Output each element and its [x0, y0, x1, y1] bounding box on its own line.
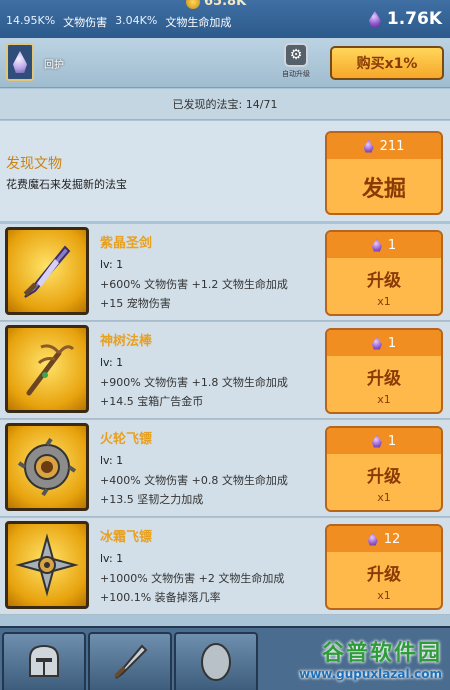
upgrade-cost-value: 1 [387, 433, 397, 449]
coin-icon [186, 0, 200, 9]
gem-icon [371, 238, 382, 252]
coin-value: 65.8K [204, 0, 247, 9]
gem-icon [371, 434, 382, 448]
artifact-bonus: +900% 文物伤害 +1.8 文物生命加成 [100, 376, 288, 389]
artifact-list: 紫晶圣剑 lv: 1 +600% 文物伤害 +1.2 文物生命加成 +15 宠物… [0, 224, 450, 616]
list-item: 神树法棒 lv: 1 +900% 文物伤害 +1.8 文物生命加成 +14.5 … [0, 322, 450, 419]
gem-icon [363, 139, 374, 153]
list-item: 紫晶圣剑 lv: 1 +600% 文物伤害 +1.2 文物生命加成 +15 宠物… [0, 224, 450, 321]
watermark-url: www.gupuxlazal.com [299, 667, 442, 681]
gem-icon [368, 11, 381, 27]
discover-panel: 发现文物 花费魔石来发掘新的法宝 211 发掘 [0, 121, 450, 221]
tab-hero[interactable] [2, 632, 86, 690]
crystal-sword-icon [5, 227, 89, 315]
artifact-bonus: +14.5 宝箱广告金币 [100, 395, 204, 408]
upgrade-cost: 1 [327, 330, 441, 356]
health-stat-label: 文物生命加成 [165, 16, 232, 29]
artifact-name: 火轮飞镖 [100, 432, 153, 447]
fire-wheel-icon [5, 423, 89, 511]
upgrade-button[interactable]: 12 升级 x1 [325, 524, 443, 610]
upgrade-cost: 1 [327, 428, 441, 454]
upgrade-label: 升级 [367, 271, 401, 291]
artifact-level: lv: 1 [100, 552, 124, 565]
stats-line: 14.95K% 文物伤害 3.04K% 文物生命加成 [6, 14, 231, 30]
crystal-icon [13, 51, 27, 73]
upgrade-multiplier: x1 [377, 295, 391, 308]
discover-description: 花费魔石来发掘新的法宝 [6, 178, 127, 191]
artifact-header: 回护 ⚙ 自动升级 购买x1% [0, 38, 450, 88]
upgrade-cost-value: 12 [383, 531, 401, 547]
sword-icon [114, 644, 148, 679]
tab-weapon[interactable] [88, 632, 172, 690]
coin-counter: 65.8K [186, 0, 246, 9]
upgrade-cost-value: 1 [387, 237, 397, 253]
upgrade-cost: 12 [327, 526, 441, 552]
artifact-level: lv: 1 [100, 454, 124, 467]
upgrade-multiplier: x1 [377, 393, 391, 406]
artifact-bonus: +600% 文物伤害 +1.2 文物生命加成 [100, 278, 288, 291]
upgrade-button[interactable]: 1 升级 x1 [325, 230, 443, 316]
gem-total-value: 1.76K [386, 9, 442, 29]
wooden-staff-icon [5, 325, 89, 413]
upgrade-button[interactable]: 1 升级 x1 [325, 426, 443, 512]
top-status-bar: 65.8K 14.95K% 文物伤害 3.04K% 文物生命加成 1.76K [0, 0, 450, 38]
auto-upgrade-label: 自动升级 [282, 70, 310, 78]
list-item: 冰霜飞镖 lv: 1 +1000% 文物伤害 +2 文物生命加成 +100.1%… [0, 518, 450, 615]
artifact-name: 神树法棒 [100, 334, 153, 349]
discovered-count: 已发现的法宝: 14/71 [0, 89, 450, 120]
dig-cost: 211 [327, 133, 441, 159]
watermark: 谷普软件园 www.gupuxlazal.com [248, 626, 450, 690]
dig-label: 发掘 [361, 177, 406, 202]
artifact-bonus: +1000% 文物伤害 +2 文物生命加成 [100, 572, 285, 585]
artifact-level: lv: 1 [100, 356, 124, 369]
rebirth-label: 回护 [44, 60, 64, 71]
upgrade-button[interactable]: 1 升级 x1 [325, 328, 443, 414]
artifact-bonus: +13.5 坚韧之力加成 [100, 493, 204, 506]
discover-title: 发现文物 [6, 156, 62, 172]
upgrade-label: 升级 [367, 467, 401, 487]
gem-total: 1.76K [368, 9, 442, 29]
damage-stat-label: 文物伤害 [63, 16, 108, 29]
damage-stat-value: 14.95K% [6, 14, 56, 27]
health-stat-value: 3.04K% [115, 14, 158, 27]
artifact-name: 冰霜飞镖 [100, 530, 153, 545]
shuriken-icon [5, 521, 89, 609]
buy-multiplier-button[interactable]: 购买x1% [330, 46, 444, 80]
rebirth-portrait[interactable] [6, 43, 34, 81]
gem-icon [371, 336, 382, 350]
gear-icon: ⚙ [284, 43, 308, 67]
auto-upgrade-button[interactable]: ⚙ 自动升级 [276, 43, 316, 79]
gem-icon [367, 532, 378, 546]
watermark-title: 谷普软件园 [321, 641, 442, 666]
upgrade-label: 升级 [367, 369, 401, 389]
shield-icon [201, 643, 231, 681]
helmet-icon [29, 644, 59, 677]
upgrade-label: 升级 [367, 565, 401, 585]
upgrade-cost-value: 1 [387, 335, 397, 351]
dig-button[interactable]: 211 发掘 [325, 131, 443, 215]
artifact-bonus: +100.1% 装备掉落几率 [100, 591, 221, 604]
artifact-level: lv: 1 [100, 258, 124, 271]
list-item: 火轮飞镖 lv: 1 +400% 文物伤害 +0.8 文物生命加成 +13.5 … [0, 420, 450, 517]
upgrade-multiplier: x1 [377, 589, 391, 602]
upgrade-multiplier: x1 [377, 491, 391, 504]
artifact-name: 紫晶圣剑 [100, 236, 153, 251]
dig-cost-value: 211 [379, 138, 405, 154]
tab-armor[interactable] [174, 632, 258, 690]
artifact-bonus: +15 宠物伤害 [100, 297, 171, 310]
artifact-bonus: +400% 文物伤害 +0.8 文物生命加成 [100, 474, 288, 487]
upgrade-cost: 1 [327, 232, 441, 258]
